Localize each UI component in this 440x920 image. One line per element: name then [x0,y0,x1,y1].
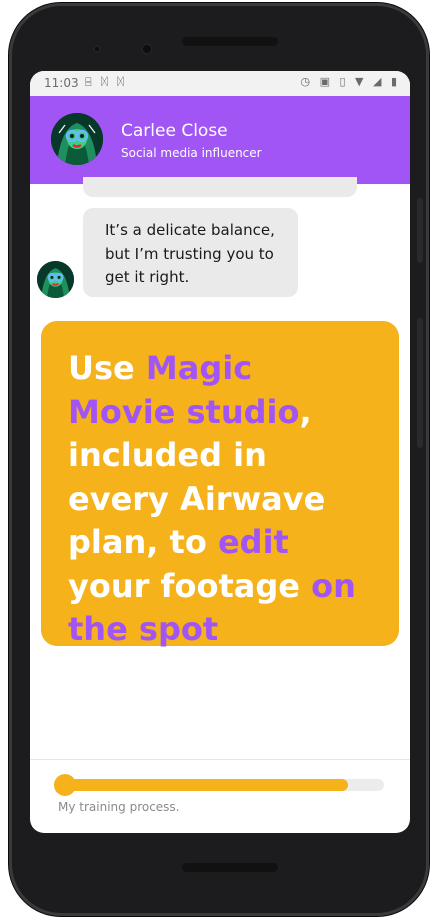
message-bubble: It’s a delicate balance, but I’m trustin… [83,208,298,297]
progress-knob[interactable] [54,774,76,796]
contact-avatar[interactable] [51,113,103,165]
promo-highlight-edit: edit [217,523,289,561]
progress-track [56,779,384,791]
contact-name: Carlee Close [121,121,228,141]
status-bar: 11:03 ⌸ ᛞ ᛞ ◷ ▣ ▯ ▼ ◢ ▮ [30,71,410,96]
progress-fill [56,779,348,791]
volume-button [417,318,423,448]
progress-label: My training process. [58,800,180,814]
message-avatar [37,261,74,298]
promo-headline: Use Magic Movie studio, included in ever… [68,347,368,652]
message-text: It’s a delicate balance, but I’m trustin… [105,221,275,286]
footer-divider [30,759,410,760]
sensor-dot [93,45,101,53]
promo-card: Use Magic Movie studio, included in ever… [41,321,399,648]
system-icons: ◷ ▣ ▯ ▼ ◢ ▮ [300,75,400,88]
promo-text-part: Use [68,349,146,387]
contact-subtitle: Social media influencer [121,146,262,160]
chat-header: Carlee Close Social media influencer [30,96,410,184]
front-camera [141,43,153,55]
earpiece-speaker [182,37,278,46]
promo-text-part: your footage [68,566,312,605]
previous-message-bubble [83,177,357,197]
notification-icons: ⌸ ᛞ ᛞ [85,75,127,88]
status-time: 11:03 [44,76,79,90]
bottom-speaker [182,863,278,872]
power-button [417,198,423,263]
phone-screen: 11:03 ⌸ ᛞ ᛞ ◷ ▣ ▯ ▼ ◢ ▮ Carlee Close Soc… [30,71,410,833]
